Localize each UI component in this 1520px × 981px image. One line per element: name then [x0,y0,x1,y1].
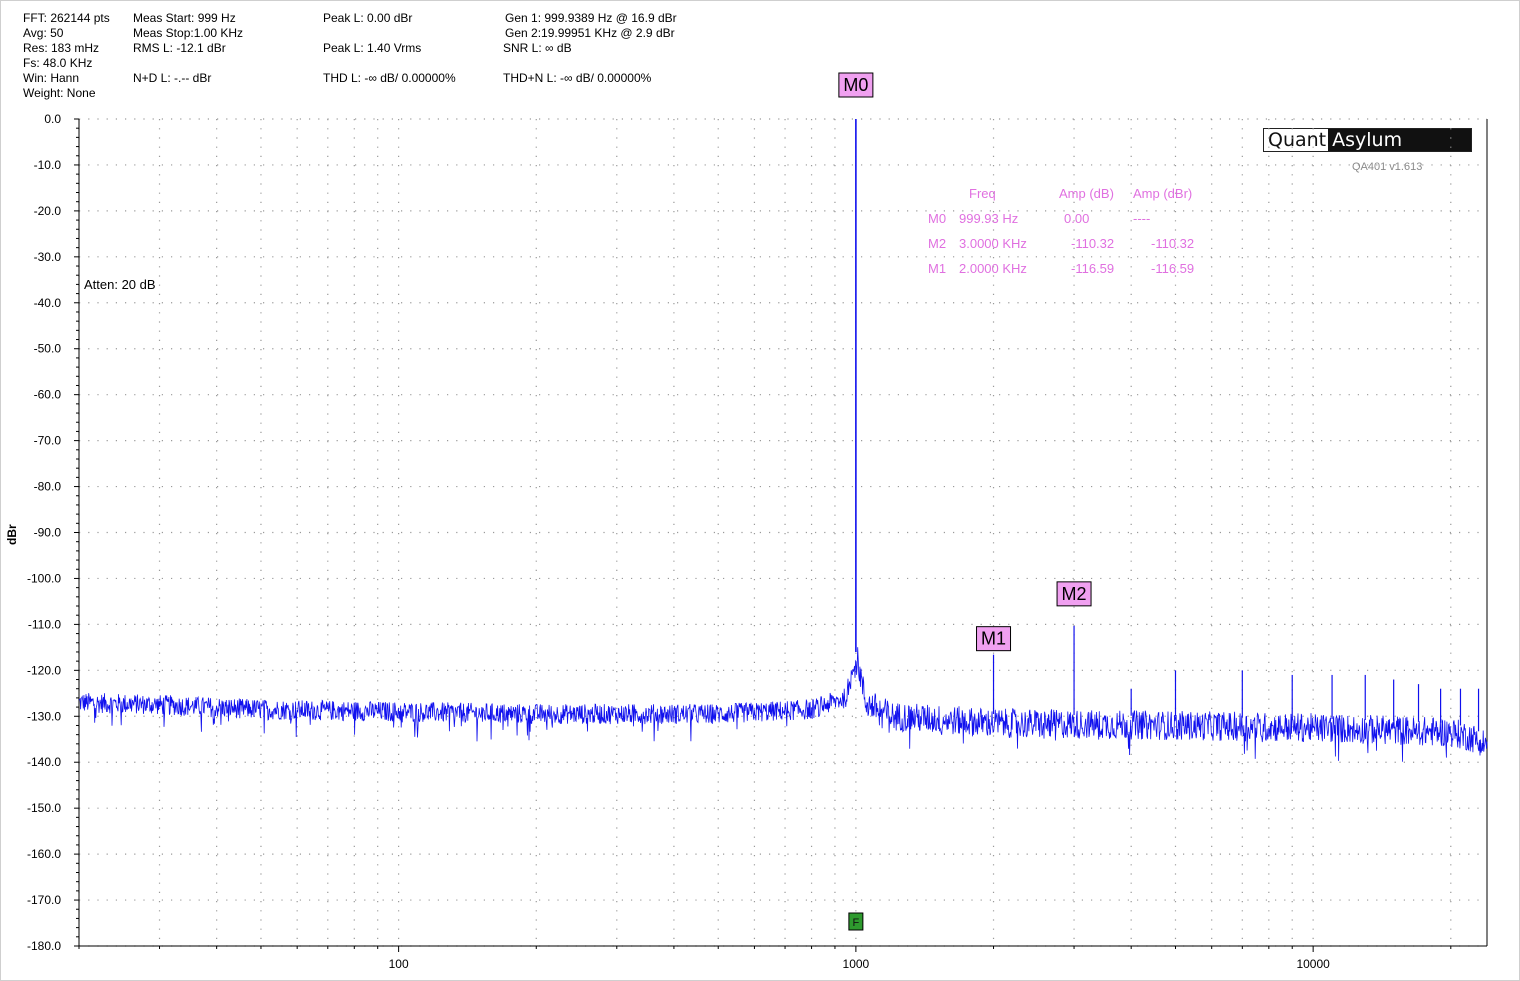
y-tick-label: 0.0 [44,112,61,126]
y-tick-label: -110.0 [28,617,61,631]
y-tick-label: -40.0 [34,296,62,310]
y-tick-label: -60.0 [34,388,62,402]
spectrum-plot: 0.0 -10.0 -20.0 -30.0 -40.0 -50.0 -60.0 -70.0 -8… [27,72,1488,971]
y-tick-label: -170.0 [27,893,61,907]
y-tick-label: -90.0 [34,526,62,540]
marker-label: M0 [843,75,868,95]
y-tick-label: -30.0 [34,250,62,264]
marker-label: M1 [981,629,1006,649]
y-tick-label: -50.0 [34,342,62,356]
x-tick-label: 100 [389,957,409,971]
y-tick-label: -130.0 [27,709,61,723]
y-tick-label: -180.0 [27,939,61,953]
y-tick-label: -140.0 [27,755,61,769]
y-tick-label: -10.0 [34,158,62,172]
y-tick-label: -100.0 [27,571,61,585]
marker-label: M2 [1062,584,1087,604]
y-tick-label: -160.0 [27,847,61,861]
spectrum-trace [78,647,1488,762]
x-tick-label: 1000 [843,957,870,971]
x-tick-label: 10000 [1296,957,1330,971]
y-tick-label: -20.0 [34,204,62,218]
y-tick-label: -80.0 [34,480,62,494]
y-tick-label: -70.0 [34,434,62,448]
y-tick-label: -150.0 [27,801,61,815]
freq-marker-label: F [853,917,860,929]
y-tick-label: -120.0 [27,663,61,677]
